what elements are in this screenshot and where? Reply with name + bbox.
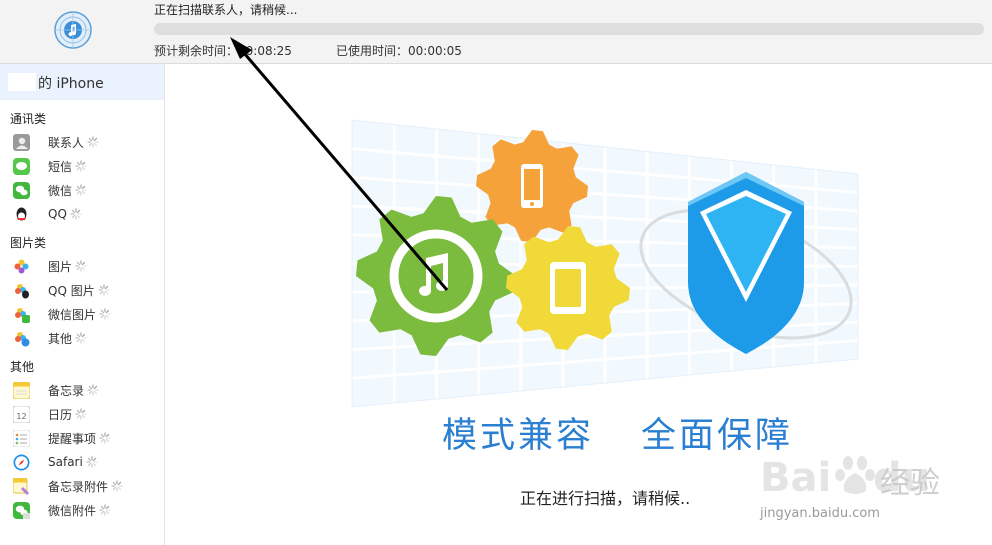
device-name-redaction: [8, 73, 36, 91]
sidebar-item[interactable]: Safari: [0, 450, 164, 474]
sidebar-item-label: 其他: [48, 331, 73, 346]
contacts-icon: [13, 133, 30, 151]
sidebar-item[interactable]: 12 日历: [0, 402, 164, 426]
loading-spinner-icon: [75, 260, 87, 272]
watermark-brand-suffix: 经验: [880, 466, 940, 501]
sidebar-item[interactable]: 提醒事项: [0, 426, 164, 450]
sidebar-item[interactable]: 微信附件: [0, 498, 164, 522]
sidebar-groups: 通讯类 联系人 短信 微信 QQ 图片类 图片 QQ 图片 微信图片 其他 其他 备忘录 12 日历 提醒事…: [0, 108, 164, 522]
loading-spinner-icon: [99, 504, 111, 516]
sidebar-item-label: 备忘录附件: [48, 479, 109, 494]
sidebar-item-label: 联系人: [48, 135, 85, 150]
app-logo-icon: [54, 11, 92, 49]
loading-spinner-icon: [99, 308, 111, 320]
reminders-icon: [13, 429, 30, 447]
device-name: 的 iPhone: [38, 76, 104, 92]
sidebar-item[interactable]: QQ: [0, 202, 164, 226]
loading-spinner-icon: [70, 208, 82, 220]
qq-icon: [13, 206, 30, 223]
photos-icon: [13, 258, 30, 275]
sidebar: 的 iPhone 通讯类 联系人 短信 微信 QQ 图片类 图片 QQ 图片 微信图片 其他 其他备…: [0, 64, 165, 545]
sidebar-item-label: QQ 图片: [48, 283, 95, 298]
sidebar-item[interactable]: 图片: [0, 254, 164, 278]
green-gear-icon: [356, 196, 516, 356]
wechat-attachments-icon: [13, 501, 30, 519]
sidebar-item-label: 图片: [48, 259, 73, 274]
sidebar-item[interactable]: 其他: [0, 326, 164, 350]
device-row[interactable]: 的 iPhone: [0, 64, 164, 100]
yellow-gear-icon: [506, 226, 630, 350]
scan-progress-message: 正在进行扫描，请稍候..: [520, 489, 691, 508]
loading-spinner-icon: [87, 136, 99, 148]
sidebar-item-label: 提醒事项: [48, 431, 97, 446]
sidebar-item-label: 备忘录: [48, 383, 85, 398]
sidebar-item-label: 微信图片: [48, 307, 97, 322]
loading-spinner-icon: [99, 432, 111, 444]
svg-text:Bai: Bai: [760, 455, 831, 501]
sidebar-group-title: 其他: [10, 360, 35, 374]
sidebar-item[interactable]: 联系人: [0, 130, 164, 154]
safari-icon: [13, 454, 30, 471]
sidebar-item-label: 短信: [48, 159, 73, 174]
scan-header: 正在扫描联系人，请稍候... 预计剩余时间：00:08:25 已使用时间：00:…: [0, 0, 992, 64]
sidebar-item-label: 微信: [48, 183, 73, 198]
other-photos-icon: [13, 330, 30, 347]
sidebar-item[interactable]: 备忘录附件: [0, 474, 164, 498]
svg-text:12: 12: [16, 412, 26, 421]
time-used-label: 已使用时间：00:00:05: [336, 44, 462, 58]
sidebar-item[interactable]: 微信: [0, 178, 164, 202]
loading-spinner-icon: [111, 480, 123, 492]
loading-spinner-icon: [75, 160, 87, 172]
loading-spinner-icon: [75, 408, 87, 420]
slogan-compatible: 模式兼容: [442, 416, 595, 456]
messages-icon: [13, 157, 30, 175]
notes-icon: [13, 381, 30, 399]
sidebar-group-title: 图片类: [10, 236, 47, 250]
sidebar-item-label: Safari: [48, 455, 83, 469]
sidebar-item-label: QQ: [48, 207, 67, 221]
loading-spinner-icon: [75, 332, 87, 344]
wechat-icon: [13, 181, 30, 199]
scan-progress-bar: [154, 23, 984, 35]
time-remaining-label: 预计剩余时间：00:08:25: [154, 44, 292, 58]
sidebar-item-label: 微信附件: [48, 503, 97, 518]
sidebar-item-label: 日历: [48, 407, 73, 422]
sidebar-item[interactable]: QQ 图片: [0, 278, 164, 302]
watermark-url: jingyan.baidu.com: [760, 506, 880, 521]
compatibility-illustration: [351, 119, 859, 408]
wechat-photos-icon: [13, 306, 30, 323]
loading-spinner-icon: [86, 456, 98, 468]
sidebar-item[interactable]: 备忘录: [0, 378, 164, 402]
scan-status-text: 正在扫描联系人，请稍候...: [154, 3, 298, 17]
loading-spinner-icon: [87, 384, 99, 396]
calendar-icon: 12: [13, 405, 30, 423]
sidebar-item[interactable]: 微信图片: [0, 302, 164, 326]
sidebar-item[interactable]: 短信: [0, 154, 164, 178]
qq-photos-icon: [13, 282, 30, 299]
loading-spinner-icon: [98, 284, 110, 296]
notes-attachments-icon: [13, 477, 30, 495]
loading-spinner-icon: [75, 184, 87, 196]
sidebar-group-title: 通讯类: [10, 112, 47, 126]
